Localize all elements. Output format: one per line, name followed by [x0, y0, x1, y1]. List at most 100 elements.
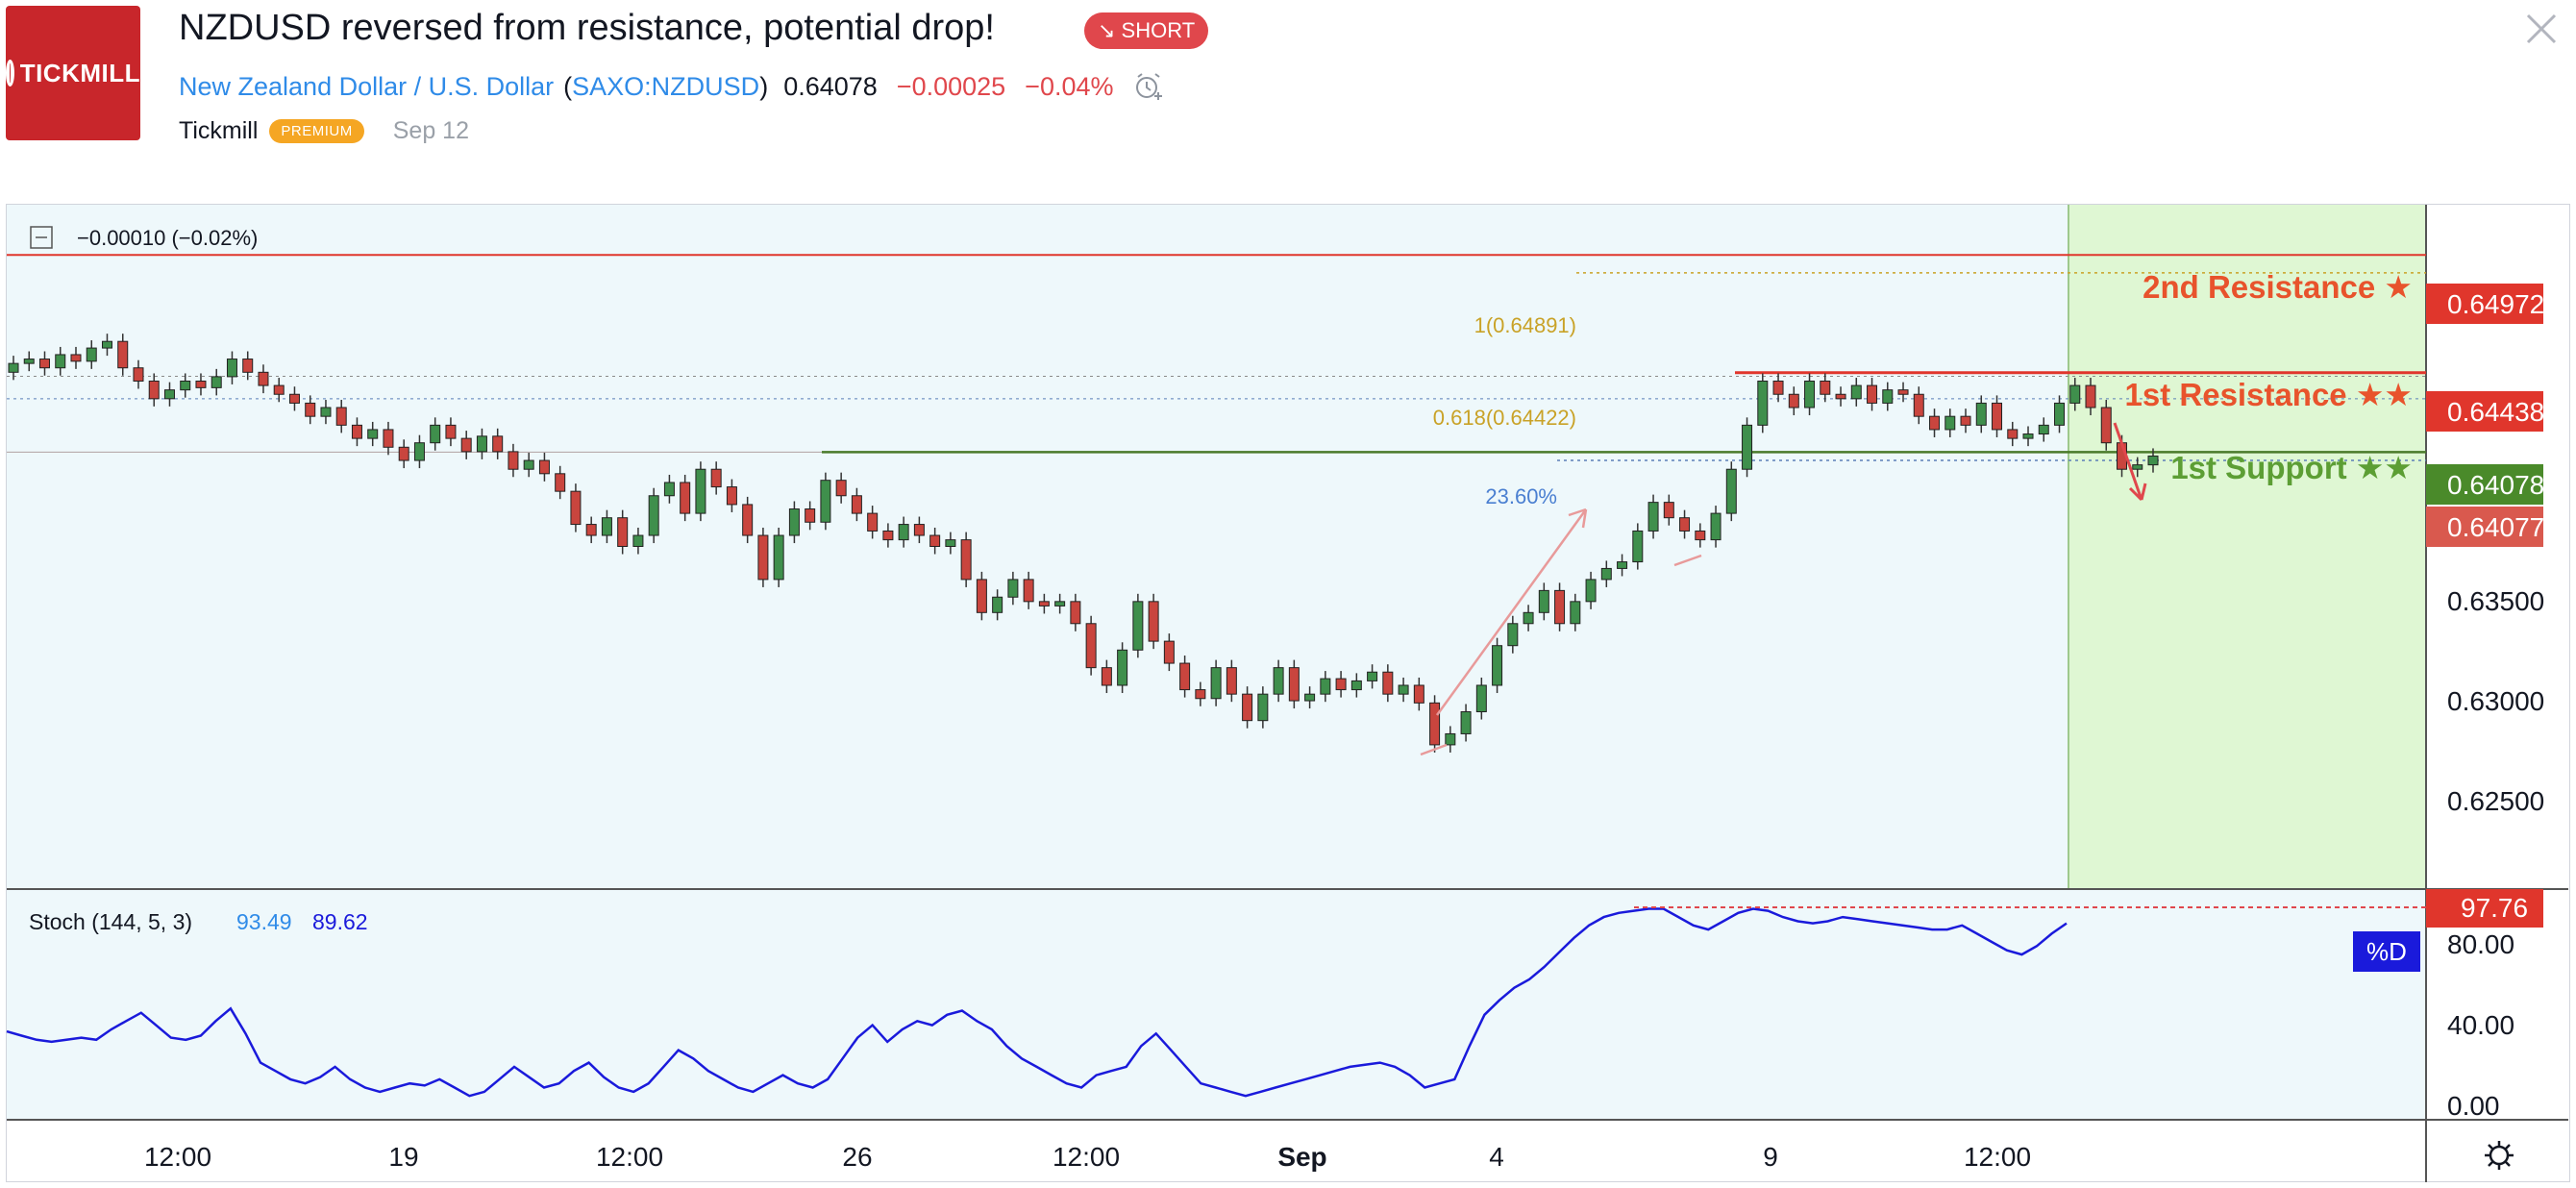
candle-body [101, 340, 112, 349]
candle-body [1960, 415, 1971, 426]
candle-body [1804, 380, 1816, 408]
candle-body [476, 435, 487, 453]
candle-body [1538, 589, 1549, 613]
candle-body [1929, 415, 1941, 431]
candle-body [2085, 384, 2096, 408]
time-tick-4: 26 [842, 1142, 872, 1172]
candle-body [1663, 502, 1674, 519]
candle-body [1257, 693, 1269, 722]
candle-body [1695, 530, 1706, 541]
candle-body [1647, 502, 1659, 532]
stoch-tick-80: 80.00 [2447, 929, 2514, 959]
chart-canvas[interactable]: −0.00010 (−0.02%) 2nd Resistance ★ 1st R… [0, 0, 2576, 1188]
candle-body [1820, 380, 1831, 395]
candle-body [1132, 601, 1144, 651]
stoch-legend: Stoch (144, 5, 3) [29, 909, 192, 934]
candle-body [1492, 645, 1503, 686]
candle-body [430, 424, 441, 444]
price-pane-background [7, 205, 2426, 888]
candle-body [2038, 424, 2049, 435]
candle-body [1679, 517, 1691, 532]
candle-body [383, 429, 394, 448]
price-tick-063500: 0.63500 [2447, 586, 2544, 616]
candle-body [367, 429, 379, 439]
candle-body [1023, 579, 1034, 603]
candle-body [585, 524, 597, 536]
candle-body [757, 534, 769, 581]
candle-body [320, 407, 332, 417]
candle-body [976, 579, 987, 613]
candle-body [1288, 667, 1300, 702]
candle-body [351, 424, 362, 439]
candle-body [788, 508, 800, 536]
candle-body [1350, 680, 1362, 691]
candle-body [1742, 424, 1753, 470]
candle-body [1242, 693, 1253, 722]
candle-body [1944, 415, 1956, 431]
level-label-1st-resistance: 1st Resistance ★★ [2125, 377, 2413, 412]
candle-body [1445, 732, 1456, 746]
candle-body [1897, 389, 1909, 395]
stoch-k-value: 93.49 [236, 909, 292, 934]
candle-body [1398, 684, 1409, 695]
candle-body [1179, 662, 1191, 691]
price-tag-1st-resistance-text: 0.64438 [2447, 397, 2544, 427]
candle-body [1101, 667, 1112, 686]
candle-body [2054, 402, 2066, 426]
time-tick-3: 12:00 [596, 1142, 663, 1172]
candle-body [2147, 455, 2159, 466]
candle-body [1585, 579, 1597, 603]
candle-body [1772, 380, 1784, 395]
candle-body [1070, 601, 1081, 625]
candle-body [492, 435, 504, 453]
price-tag-1st-support-text: 0.64078 [2447, 470, 2544, 500]
candle-body [663, 482, 675, 497]
candle-body [38, 359, 50, 369]
candle-body [1226, 667, 1237, 695]
stoch-level-tag-text: 97.76 [2461, 893, 2528, 923]
candle-body [55, 354, 66, 369]
gear-icon[interactable] [2485, 1141, 2514, 1170]
candle-body [1725, 468, 1737, 514]
candle-body [226, 359, 237, 378]
price-tick-062500: 0.62500 [2447, 786, 2544, 816]
candle-body [632, 534, 644, 548]
candle-body [945, 539, 956, 548]
candle-body [2132, 464, 2143, 470]
candle-body [1475, 684, 1487, 713]
candle-body [195, 380, 207, 388]
candle-body [1429, 702, 1441, 746]
candle-body [1882, 389, 1894, 404]
candle-body [1273, 667, 1284, 695]
candle-body [960, 539, 972, 581]
candle-body [1367, 671, 1378, 681]
candle-body [8, 362, 19, 373]
candle-body [413, 442, 425, 461]
candle-body [538, 459, 550, 475]
candle-body [1710, 512, 1721, 541]
candle-body [398, 446, 409, 461]
time-tick-1: 12:00 [144, 1142, 211, 1172]
candle-body [1632, 530, 1644, 563]
candle-body [1757, 380, 1769, 426]
candle-body [288, 393, 300, 404]
fib-label-0618: 0.618(0.64422) [1433, 406, 1576, 430]
candle-body [460, 437, 472, 453]
candle-body [2100, 407, 2112, 444]
candle-body [820, 480, 831, 523]
candle-body [1992, 402, 2003, 431]
candle-body [1867, 384, 1878, 404]
candle-body [1523, 611, 1534, 625]
candle-body [242, 359, 254, 373]
candle-body [211, 376, 222, 388]
candle-body [305, 402, 316, 417]
candle-body [617, 517, 629, 548]
candle-body [1975, 402, 1987, 426]
candle-body [163, 389, 175, 400]
level-label-1st-support: 1st Support ★★ [2170, 450, 2413, 485]
candle-body [1460, 711, 1472, 734]
candle-body [773, 534, 784, 581]
candle-body [929, 534, 941, 548]
candle-body [913, 524, 925, 536]
time-tick-7: 4 [1489, 1142, 1504, 1172]
